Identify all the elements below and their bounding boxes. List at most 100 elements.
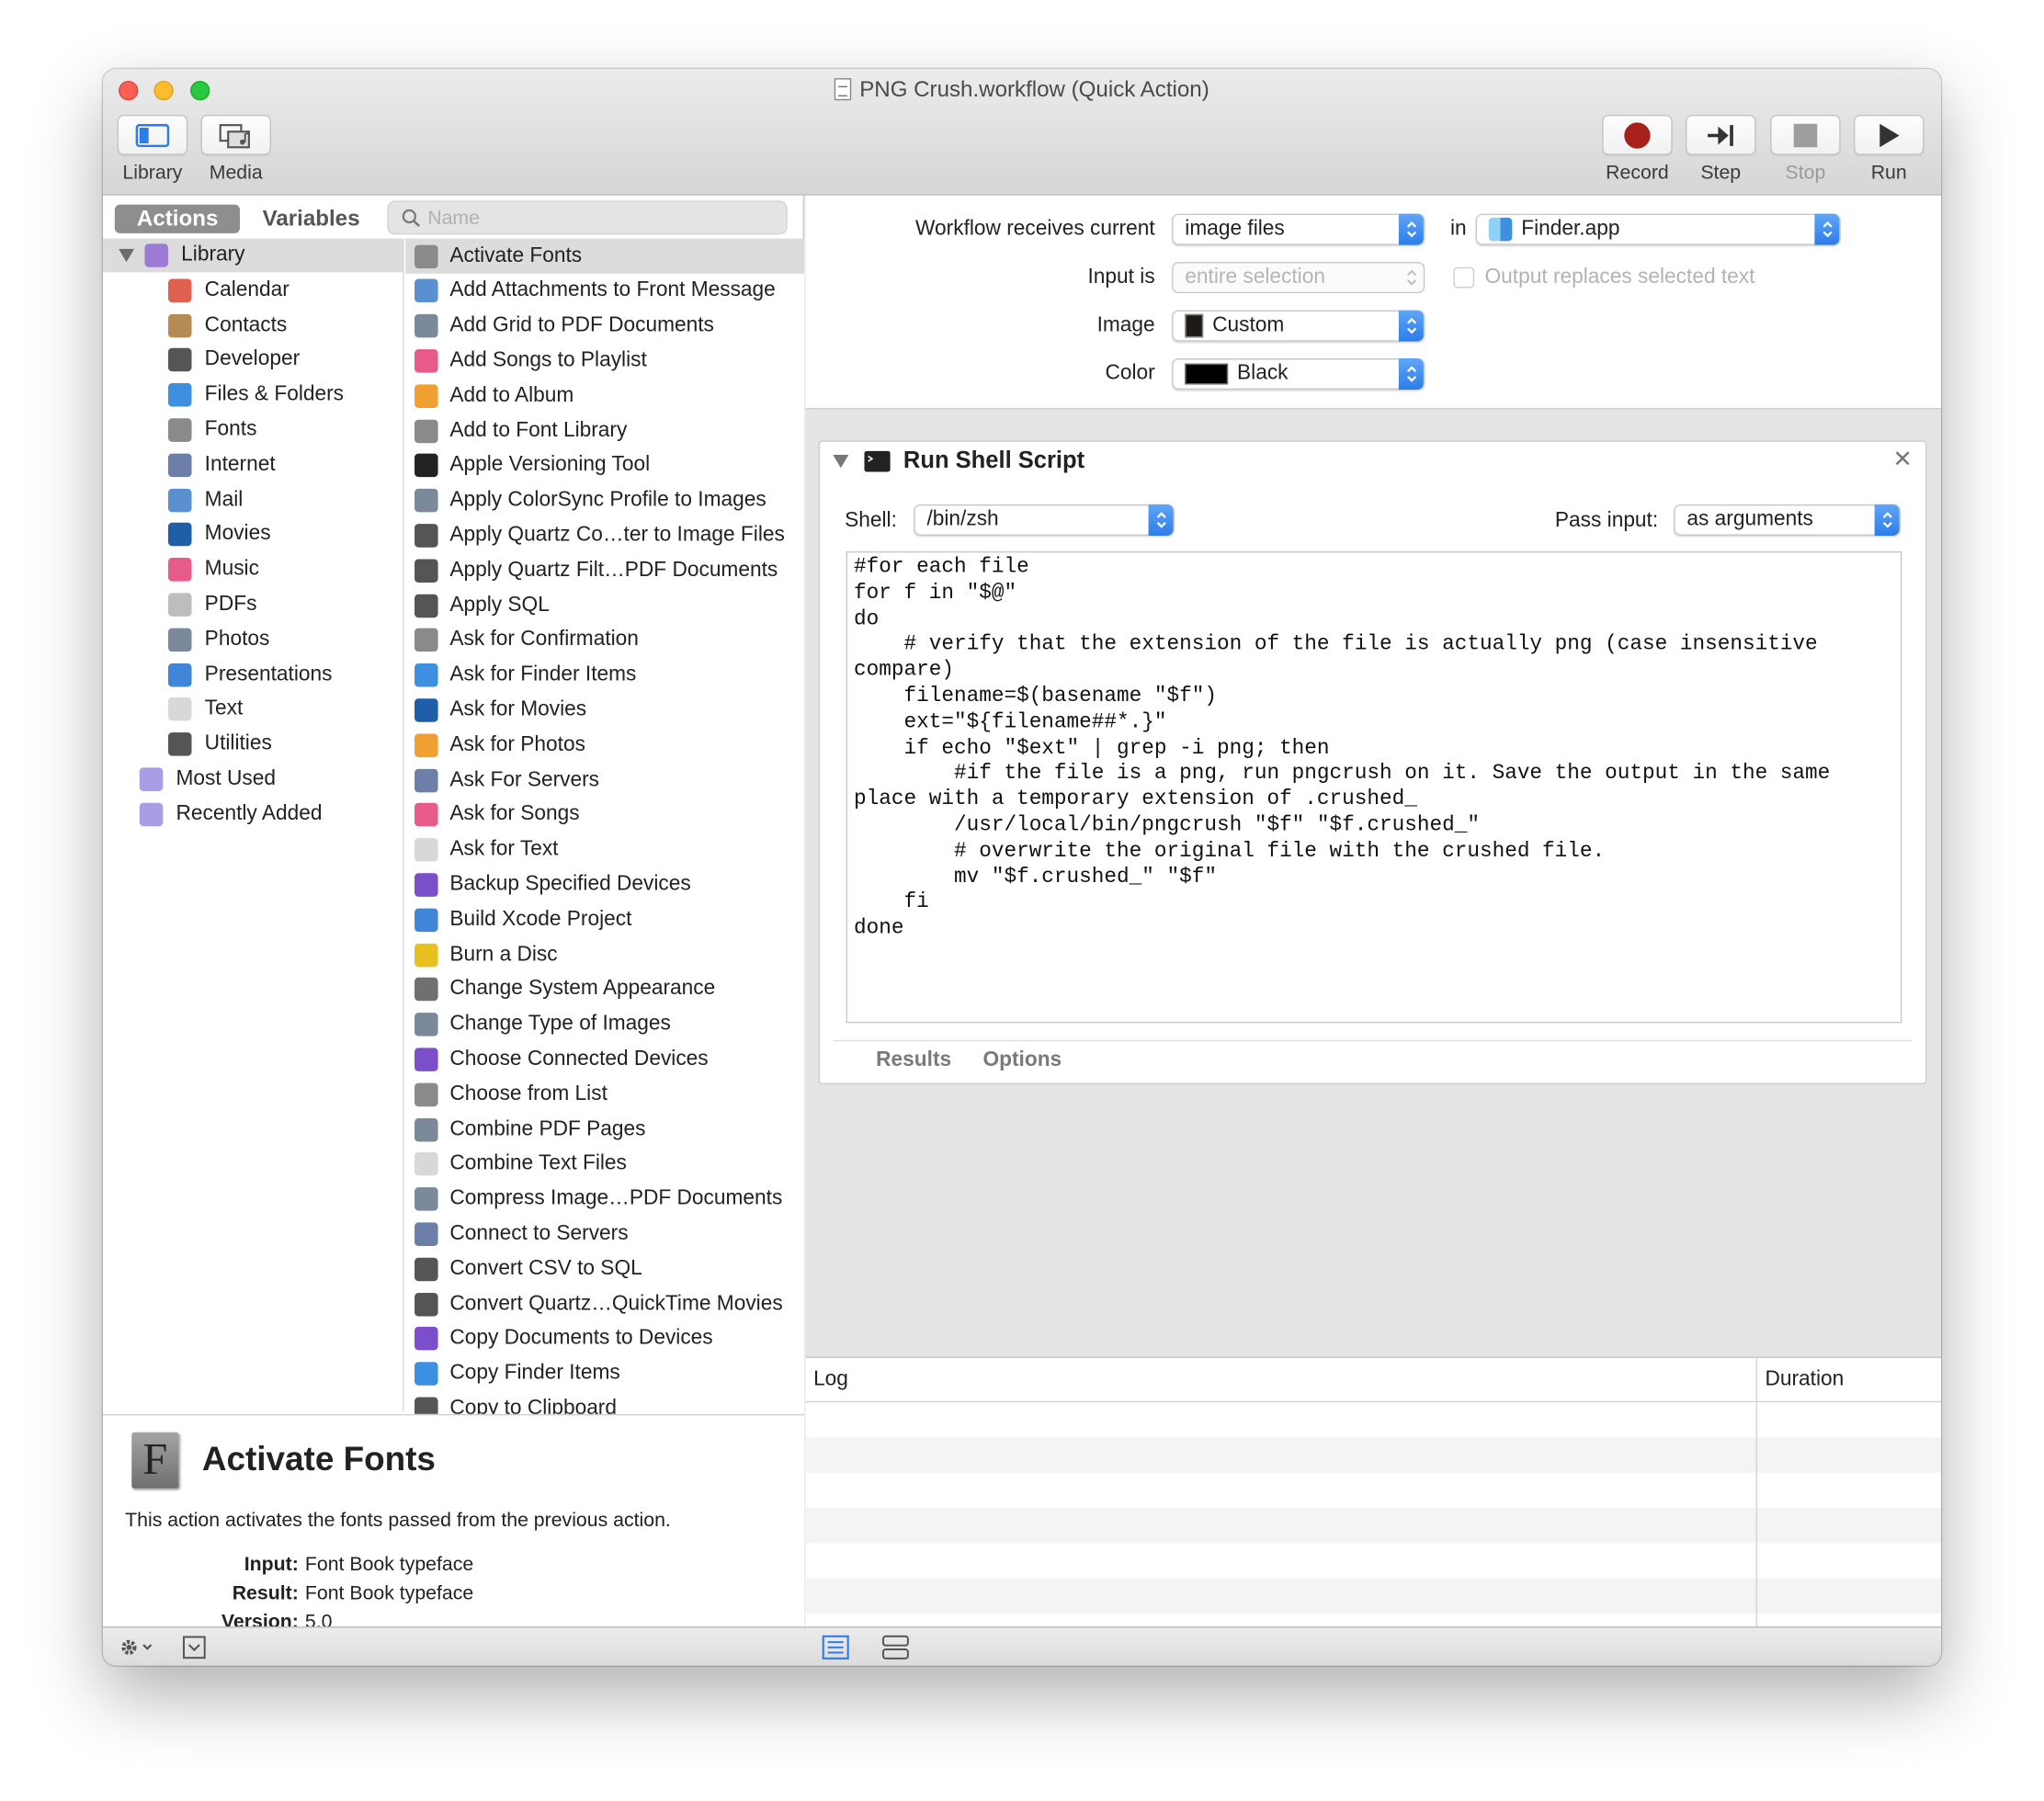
preview-icon: [414, 1117, 438, 1141]
duration-column-header[interactable]: Duration: [1765, 1368, 1844, 1392]
list-view-icon[interactable]: [822, 1635, 850, 1660]
log-row: [806, 1543, 1941, 1578]
action-item-add-grid-to-pdf-documents[interactable]: Add Grid to PDF Documents: [405, 309, 804, 344]
library-item-presentations[interactable]: Presentations: [103, 658, 404, 692]
variables-tab[interactable]: Variables: [240, 205, 381, 233]
library-books-icon: [144, 244, 168, 267]
search-input[interactable]: [427, 204, 767, 232]
library-item-movies[interactable]: Movies: [103, 518, 404, 552]
step-button[interactable]: [1685, 114, 1756, 155]
action-item-build-xcode-project[interactable]: Build Xcode Project: [405, 902, 804, 937]
action-item-change-system-appearance[interactable]: Change System Appearance: [405, 972, 804, 1007]
action-item-apply-colorsync-profile-to-images[interactable]: Apply ColorSync Profile to Images: [405, 483, 804, 518]
shell-popup[interactable]: /bin/zsh: [914, 504, 1175, 536]
action-item-add-attachments-to-front-message[interactable]: Add Attachments to Front Message: [405, 274, 804, 309]
library-item-label: Movies: [204, 523, 271, 546]
gear-menu-icon[interactable]: [119, 1636, 158, 1659]
action-item-change-type-of-images[interactable]: Change Type of Images: [405, 1007, 804, 1042]
application-popup[interactable]: Finder.app: [1475, 213, 1841, 245]
disclosure-triangle-icon[interactable]: [119, 248, 135, 263]
library-item-developer[interactable]: Developer: [103, 344, 404, 378]
action-item-copy-documents-to-devices[interactable]: Copy Documents to Devices: [405, 1321, 804, 1356]
library-item-contacts[interactable]: Contacts: [103, 309, 404, 343]
library-item-fonts[interactable]: Fonts: [103, 413, 404, 447]
library-item-internet[interactable]: Internet: [103, 448, 404, 482]
action-item-choose-connected-devices[interactable]: Choose Connected Devices: [405, 1042, 804, 1077]
action-item-ask-for-photos[interactable]: Ask for Photos: [405, 728, 804, 763]
popup-chevrons-icon: [1874, 504, 1900, 536]
input-is-popup[interactable]: entire selection: [1172, 262, 1425, 294]
options-tab[interactable]: Options: [982, 1049, 1062, 1073]
finder-icon: [167, 383, 192, 407]
library-item-most-used[interactable]: Most Used: [103, 763, 404, 797]
output-replaces-checkbox[interactable]: [1453, 266, 1475, 289]
action-item-connect-to-servers[interactable]: Connect to Servers: [405, 1217, 804, 1252]
action-search-field[interactable]: [387, 200, 788, 235]
color-swatch: [1185, 363, 1229, 385]
font-book-icon: F: [131, 1432, 179, 1489]
media-button[interactable]: [200, 114, 272, 155]
popup-chevrons-icon: [1148, 504, 1174, 536]
action-item-add-songs-to-playlist[interactable]: Add Songs to Playlist: [405, 344, 804, 379]
toggle-description-icon[interactable]: [181, 1635, 207, 1660]
action-item-convert-csv-to-sql[interactable]: Convert CSV to SQL: [405, 1252, 804, 1286]
pass-input-popup[interactable]: as arguments: [1674, 504, 1901, 536]
library-item-mail[interactable]: Mail: [103, 483, 404, 517]
results-tab[interactable]: Results: [876, 1049, 951, 1073]
library-item-label: Presentations: [204, 663, 333, 685]
shell-label: Shell:: [845, 509, 897, 532]
developer-tools-icon: [414, 559, 438, 583]
action-item-apply-quartz-filt-pdf-documents[interactable]: Apply Quartz Filt…PDF Documents: [405, 553, 804, 588]
action-item-ask-for-text[interactable]: Ask for Text: [405, 833, 804, 867]
action-item-combine-text-files[interactable]: Combine Text Files: [405, 1147, 804, 1182]
run-button[interactable]: [1853, 114, 1925, 155]
split-view-icon[interactable]: [881, 1635, 910, 1660]
receives-type-value: image files: [1185, 217, 1285, 240]
color-popup[interactable]: Black: [1172, 358, 1425, 391]
remove-action-icon[interactable]: ✕: [1892, 446, 1912, 473]
library-item-library[interactable]: Library: [103, 238, 404, 273]
library-item-pdfs[interactable]: PDFs: [103, 588, 404, 622]
log-column-header[interactable]: Log: [813, 1368, 848, 1392]
action-item-ask-for-finder-items[interactable]: Ask for Finder Items: [405, 658, 804, 693]
media-label: Media: [209, 161, 263, 184]
action-item-label: Copy Documents to Devices: [449, 1327, 713, 1350]
action-item-add-to-album[interactable]: Add to Album: [405, 379, 804, 413]
library-item-calendar[interactable]: Calendar: [103, 274, 404, 308]
action-item-label: Apply Quartz Filt…PDF Documents: [449, 559, 778, 582]
image-popup[interactable]: Custom: [1172, 310, 1425, 342]
action-item-burn-a-disc[interactable]: Burn a Disc: [405, 937, 804, 972]
action-item-convert-quartz-quicktime-movies[interactable]: Convert Quartz…QuickTime Movies: [405, 1286, 804, 1321]
action-item-choose-from-list[interactable]: Choose from List: [405, 1077, 804, 1112]
action-item-combine-pdf-pages[interactable]: Combine PDF Pages: [405, 1112, 804, 1147]
action-item-label: Apply Quartz Co…ter to Image Files: [449, 524, 785, 547]
action-item-backup-specified-devices[interactable]: Backup Specified Devices: [405, 867, 804, 902]
action-item-copy-finder-items[interactable]: Copy Finder Items: [405, 1356, 804, 1391]
action-item-apply-quartz-co-ter-to-image-files[interactable]: Apply Quartz Co…ter to Image Files: [405, 518, 804, 553]
action-item-copy-to-clipboard[interactable]: Copy to Clipboard: [405, 1391, 804, 1414]
stop-button[interactable]: [1770, 114, 1841, 155]
library-item-text[interactable]: Text: [103, 693, 404, 727]
action-item-add-to-font-library[interactable]: Add to Font Library: [405, 413, 804, 448]
library-item-music[interactable]: Music: [103, 553, 404, 587]
script-editor[interactable]: #for each file for f in "$@" do # verify…: [846, 550, 1902, 1024]
action-item-apple-versioning-tool[interactable]: Apple Versioning Tool: [405, 448, 804, 483]
action-item-apply-sql[interactable]: Apply SQL: [405, 588, 804, 623]
record-button[interactable]: [1602, 114, 1673, 155]
library-item-utilities[interactable]: Utilities: [103, 728, 404, 762]
action-item-ask-for-confirmation[interactable]: Ask for Confirmation: [405, 623, 804, 658]
library-toggle-button[interactable]: [117, 114, 188, 155]
library-item-photos[interactable]: Photos: [103, 623, 404, 657]
actions-tab[interactable]: Actions: [114, 204, 241, 233]
search-icon: [402, 209, 420, 227]
library-item-recently-added[interactable]: Recently Added: [103, 798, 404, 832]
receives-type-popup[interactable]: image files: [1172, 213, 1425, 245]
action-item-ask-for-songs[interactable]: Ask for Songs: [405, 798, 804, 833]
action-item-ask-for-servers[interactable]: Ask For Servers: [405, 763, 804, 798]
presentation-icon: [167, 663, 192, 686]
library-item-files-folders[interactable]: Files & Folders: [103, 379, 404, 413]
action-item-compress-image-pdf-documents[interactable]: Compress Image…PDF Documents: [405, 1182, 804, 1217]
collapse-disclosure-icon[interactable]: [833, 455, 849, 469]
action-item-activate-fonts[interactable]: Activate Fonts: [405, 238, 805, 274]
action-item-ask-for-movies[interactable]: Ask for Movies: [405, 693, 804, 728]
